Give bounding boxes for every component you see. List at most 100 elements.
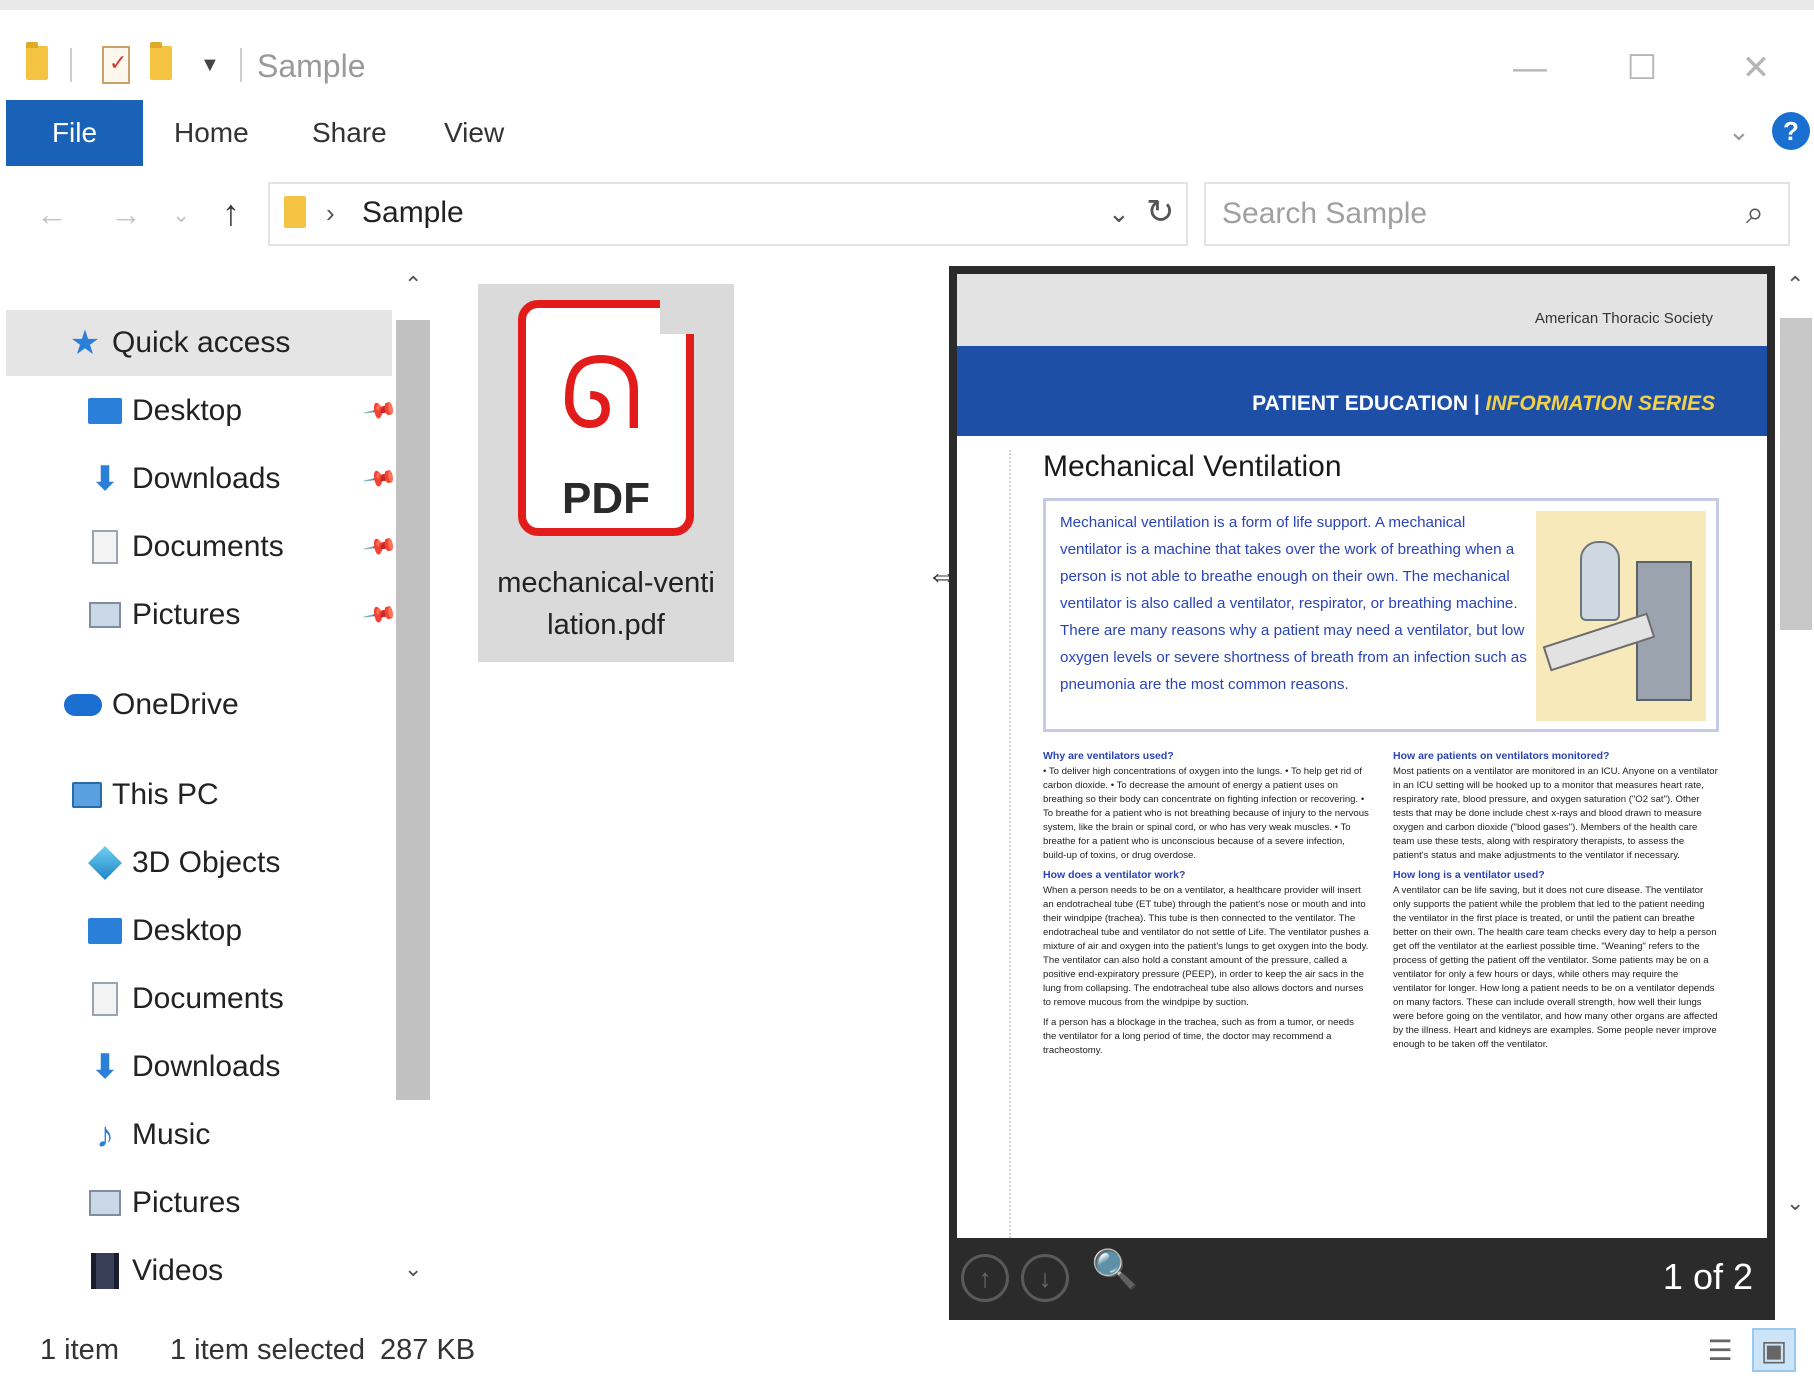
sidebar-item-pictures[interactable]: Pictures [6,1170,392,1236]
sidebar-item-quick-access[interactable]: ★ Quick access [6,310,392,376]
pin-icon[interactable]: 📌 [361,596,399,633]
breadcrumb-sample[interactable]: Sample [362,196,464,230]
breadcrumb-arrow-icon[interactable]: › [326,198,335,229]
ribbon: File Home Share View ⌄ ? [0,100,1814,166]
up-button[interactable]: ↑ [222,192,240,234]
sidebar-item-documents[interactable]: Documents 📌 [6,514,398,580]
minimize-button[interactable]: — [1502,40,1558,96]
details-view-icon[interactable]: ☰ [1698,1328,1742,1372]
banner-text-a: PATIENT EDUCATION | [1252,392,1486,415]
sidebar-item-3d-objects[interactable]: 3D Objects [6,830,392,896]
scrollbar-thumb[interactable] [1780,318,1812,630]
sidebar-item-label: Downloads [132,1050,281,1083]
scroll-up-chevron-icon[interactable]: ⌃ [1786,272,1804,298]
customize-quick-access-chevron-icon[interactable]: ▼ [200,54,220,77]
folder-icon [26,42,48,80]
back-button[interactable]: ← [36,196,68,233]
search-icon[interactable]: ⌕ [1746,194,1764,232]
sidebar-item-downloads[interactable]: ⬇ Downloads 📌 [6,446,399,512]
banner-text-b: INFORMATION SERIES [1485,392,1715,415]
sidebar-item-pictures[interactable]: Pictures 📌 [6,582,398,648]
nurse-shape [1580,541,1620,621]
sidebar-item-desktop[interactable]: Desktop 📌 [6,378,398,444]
previous-page-button[interactable]: ↑ [961,1254,1009,1302]
folder-icon [284,196,306,228]
pin-icon[interactable]: 📌 [361,528,399,565]
society-name: American Thoracic Society [1534,310,1713,327]
sidebar-item-label: Pictures [132,598,241,631]
pictures-icon [86,1184,124,1222]
next-page-button[interactable]: ↓ [1021,1254,1069,1302]
scroll-down-chevron-icon[interactable]: ⌄ [404,1256,422,1282]
desktop-icon [86,912,124,950]
search-input[interactable] [1222,194,1712,234]
document-heading: Mechanical Ventilation [1043,450,1342,483]
pin-icon[interactable]: 📌 [361,460,399,497]
file-name-line: mechanical-venti [497,567,715,599]
page-counter: 1 of 2 [1662,1256,1753,1297]
find-in-document-icon[interactable]: 🔍 [1091,1248,1138,1292]
file-name-line: lation.pdf [547,609,665,641]
search-box[interactable]: ⌕ [1204,182,1790,246]
tab-home[interactable]: Home [174,100,249,166]
section-heading: Why are ventilators used? [1043,750,1174,762]
address-bar[interactable]: › Sample ⌄ ↻ [268,182,1188,246]
ventilator-illustration [1536,511,1706,721]
sidebar-item-this-pc[interactable]: This PC [6,762,392,828]
documents-icon [86,528,124,566]
sidebar-item-label: 3D Objects [132,846,281,879]
desktop-icon [86,392,124,430]
page-divider [1009,450,1011,1238]
sidebar-item-videos[interactable]: Videos [6,1238,392,1304]
new-folder-icon[interactable] [150,42,172,80]
navigation-pane-scrollbar[interactable]: ⌃ ⌄ [396,266,430,1296]
pdf-page-preview: American Thoracic Society PATIENT EDUCAT… [957,274,1767,1238]
page-header: American Thoracic Society [957,274,1767,346]
this-pc-icon [68,776,106,814]
selection-size: 287 KB [380,1334,476,1366]
address-dropdown-icon[interactable]: ⌄ [1108,198,1130,229]
recent-locations-chevron-icon[interactable]: ⌄ [172,202,190,228]
downloads-icon: ⬇ [90,1048,120,1086]
sidebar-item-onedrive[interactable]: OneDrive [6,672,392,738]
preview-pane: American Thoracic Society PATIENT EDUCAT… [949,266,1775,1320]
selection-count: 1 item selected [170,1334,366,1366]
scroll-down-chevron-icon[interactable]: ⌄ [1786,1190,1804,1216]
section-heading: How does a ventilator work? [1043,869,1186,881]
file-item[interactable]: ᘏ PDF mechanical-venti lation.pdf [478,284,734,662]
intro-text: Mechanical ventilation is a form of life… [1060,514,1527,693]
sidebar-item-label: This PC [112,778,219,811]
sidebar-item-documents[interactable]: Documents [6,966,392,1032]
sidebar-item-music[interactable]: ♪ Music [6,1102,392,1168]
refresh-icon[interactable]: ↻ [1146,192,1175,232]
scrollbar-thumb[interactable] [396,320,430,1100]
sidebar-item-label: Videos [132,1254,224,1287]
intro-box: Mechanical ventilation is a form of life… [1043,498,1719,732]
scroll-up-chevron-icon[interactable]: ⌃ [404,272,422,298]
properties-icon[interactable]: ✓ [102,46,130,84]
documents-icon [86,980,124,1018]
sidebar-item-downloads[interactable]: ⬇ Downloads [6,1034,392,1100]
separator [70,48,72,82]
preview-scrollbar[interactable]: ⌃ ⌄ [1778,266,1814,1226]
tab-share[interactable]: Share [312,100,387,166]
sidebar-item-label: Pictures [132,1186,241,1219]
help-icon[interactable]: ? [1772,112,1810,150]
sidebar-item-desktop[interactable]: Desktop [6,898,392,964]
forward-button[interactable]: → [110,196,142,233]
maximize-button[interactable]: ☐ [1614,40,1670,96]
section-heading: How are patients on ventilators monitore… [1393,750,1610,762]
downloads-icon: ⬇ [90,460,120,498]
tab-file[interactable]: File [6,100,143,166]
sidebar-item-label: Quick access [112,326,291,359]
tab-view[interactable]: View [444,100,504,166]
left-column: Why are ventilators used? • To deliver h… [1043,748,1369,1064]
close-button[interactable]: ✕ [1728,40,1784,96]
large-icons-view-icon[interactable]: ▣ [1752,1328,1796,1372]
expand-ribbon-chevron-icon[interactable]: ⌄ [1728,116,1750,147]
section-text: When a person needs to be on a ventilato… [1043,885,1369,1008]
music-icon: ♪ [96,1114,114,1155]
pictures-icon [86,596,124,634]
pin-icon[interactable]: 📌 [361,392,399,429]
file-name: mechanical-venti lation.pdf [478,562,734,646]
